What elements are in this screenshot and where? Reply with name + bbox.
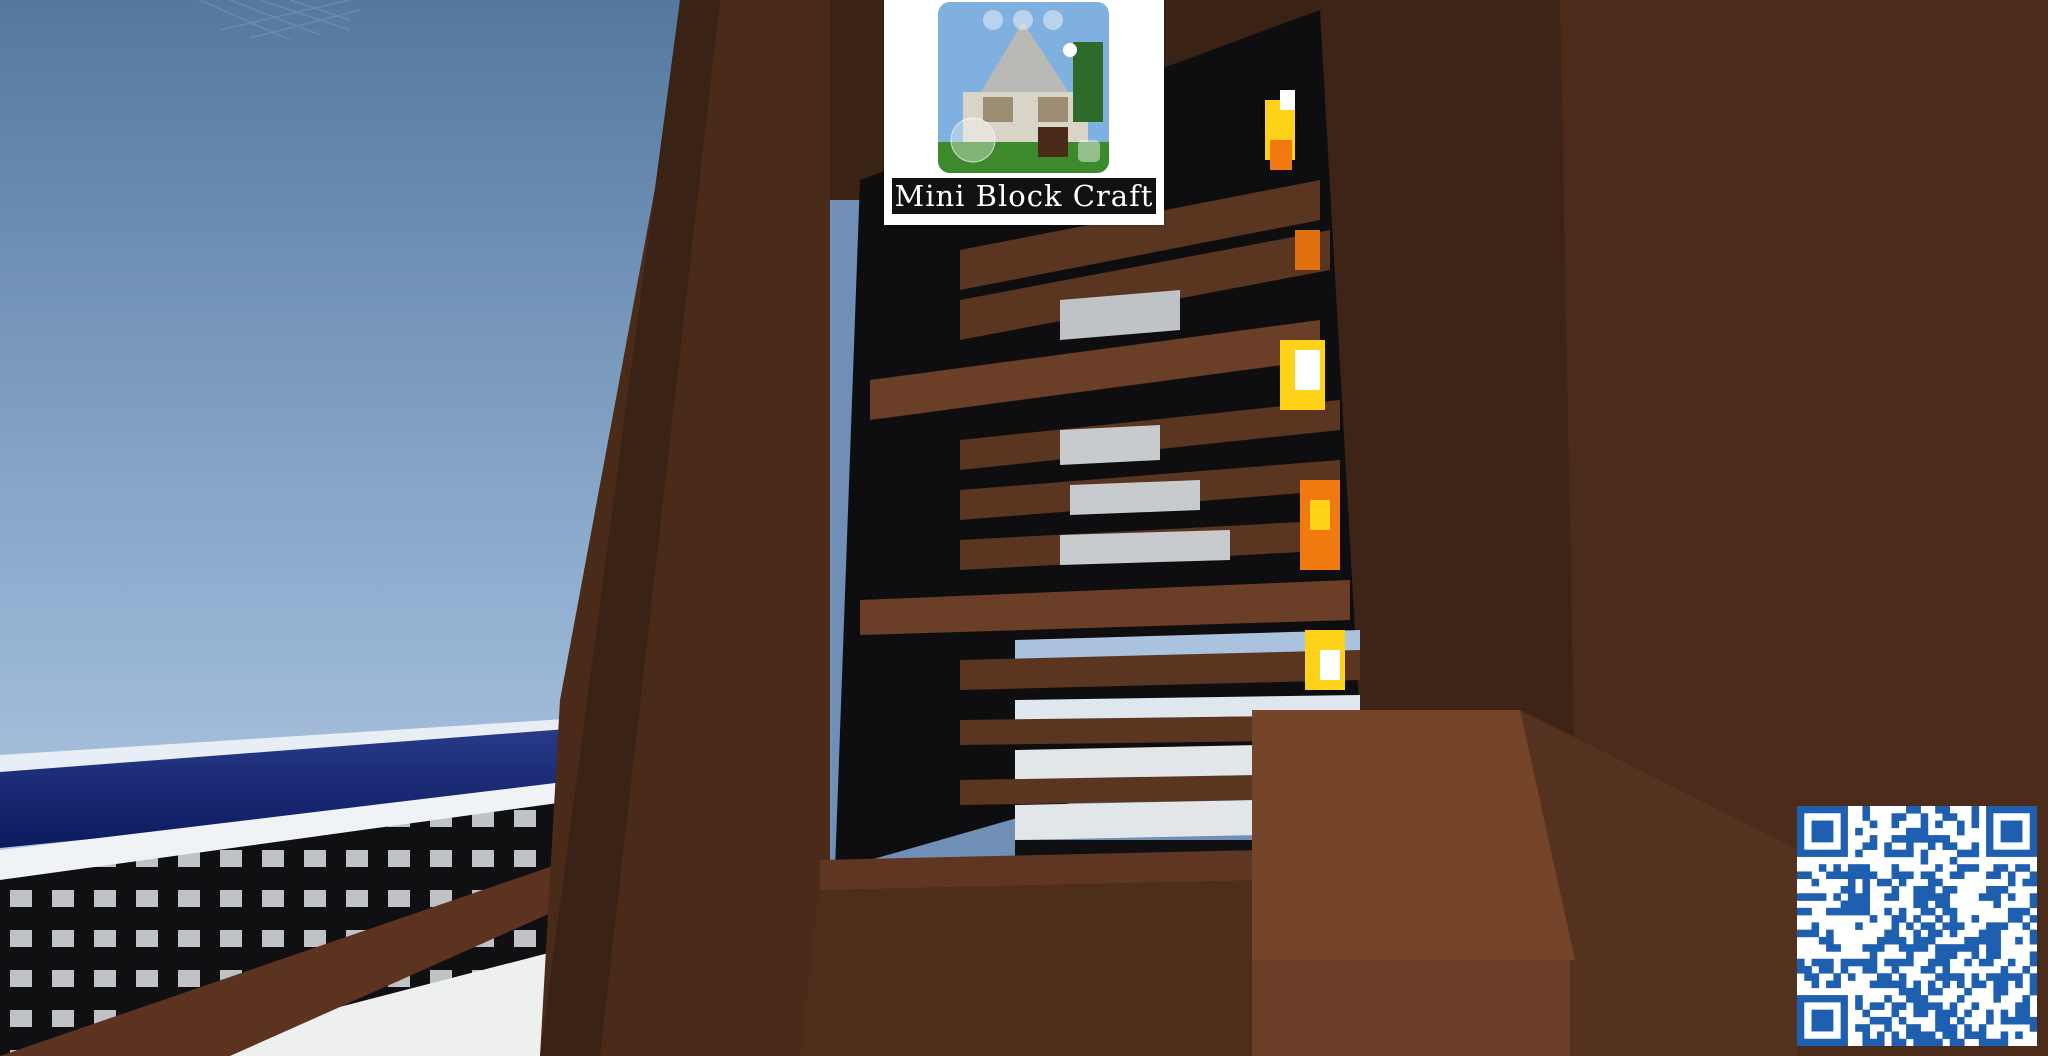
game-thumbnail[interactable] [938, 2, 1109, 173]
joystick-icon[interactable] [950, 117, 996, 163]
qr-code [1797, 806, 2037, 1046]
settings-icon[interactable] [1043, 10, 1063, 30]
ad-banner[interactable]: Mini Block Craft [884, 0, 1164, 225]
camera-icon[interactable] [983, 10, 1003, 30]
foreground-block-top [1252, 710, 1575, 960]
video-icon[interactable] [1013, 10, 1033, 30]
inventory-icon[interactable] [1078, 140, 1100, 162]
wood-ledge [800, 870, 1260, 1056]
ad-title[interactable]: Mini Block Craft [892, 178, 1156, 214]
